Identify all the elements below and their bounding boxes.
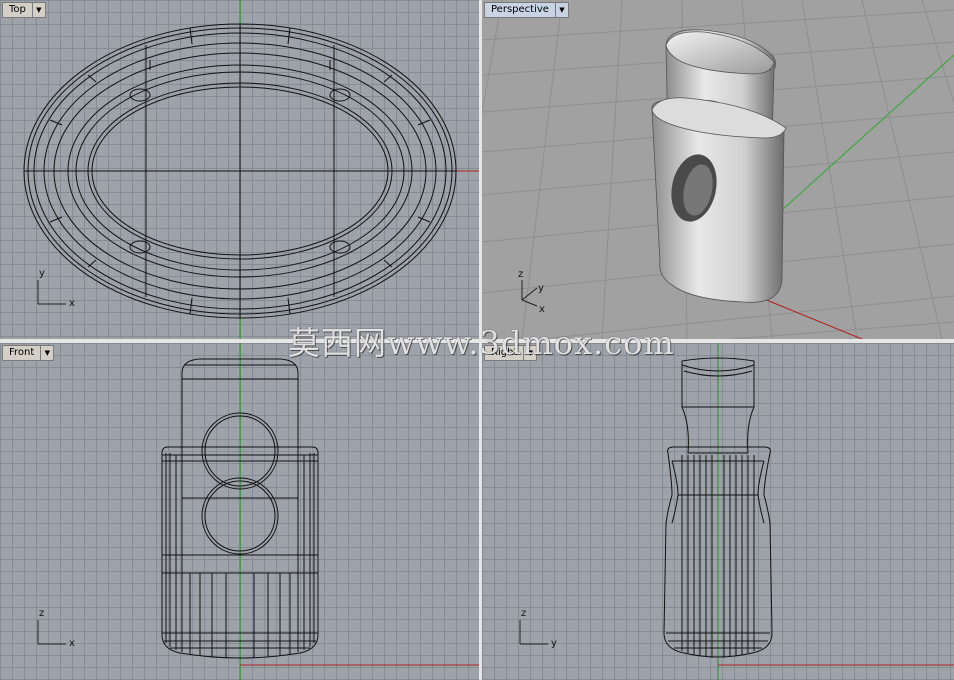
viewport-label-perspective: Perspective (491, 4, 549, 15)
axis-label-z: z (521, 608, 526, 619)
viewport-right[interactable]: Right ▼ y z (482, 343, 954, 680)
top-view-canvas: x y (23, 0, 479, 339)
perspective-view-canvas: y z x (482, 0, 954, 339)
right-view-canvas: y z (519, 343, 954, 680)
viewport-tab-top[interactable]: Top ▼ (2, 2, 46, 18)
y-axis-line (781, 54, 954, 211)
axis-label-y: y (39, 268, 45, 279)
axis-label-z: z (39, 608, 44, 619)
viewport-perspective[interactable]: Perspective ▼ y z x (482, 0, 954, 339)
axis-label-x: x (69, 298, 75, 309)
viewport-label-top: Top (9, 4, 26, 15)
viewport-tab-front[interactable]: Front ▼ (2, 345, 55, 361)
axis-gizmo-right: y z (519, 608, 557, 649)
viewport-label-front: Front (9, 347, 35, 358)
triangle-down-icon[interactable]: ▼ (554, 3, 568, 17)
viewport-front[interactable]: Front ▼ x z (0, 343, 479, 680)
axis-label-x: x (69, 638, 75, 649)
cord-lock-model (651, 29, 787, 303)
triangle-down-icon[interactable]: ▼ (40, 346, 53, 360)
watermark-text: 莫西网www.3dmox.com (288, 324, 675, 362)
axis-gizmo-perspective: y z x (518, 269, 545, 315)
triangle-down-icon[interactable]: ▼ (31, 3, 45, 17)
top-wireframe (23, 23, 457, 319)
viewport-tab-perspective[interactable]: Perspective ▼ (484, 2, 569, 18)
axis-gizmo-front: x z (37, 608, 75, 649)
axis-label-y: y (551, 638, 557, 649)
axis-gizmo-top: x y (37, 268, 75, 309)
front-view-canvas: x z (37, 343, 479, 680)
axis-label-z: z (518, 269, 523, 280)
axis-label-x: x (539, 304, 545, 315)
axis-label-y: y (538, 283, 544, 294)
viewport-top[interactable]: Top ▼ x y (0, 0, 479, 339)
